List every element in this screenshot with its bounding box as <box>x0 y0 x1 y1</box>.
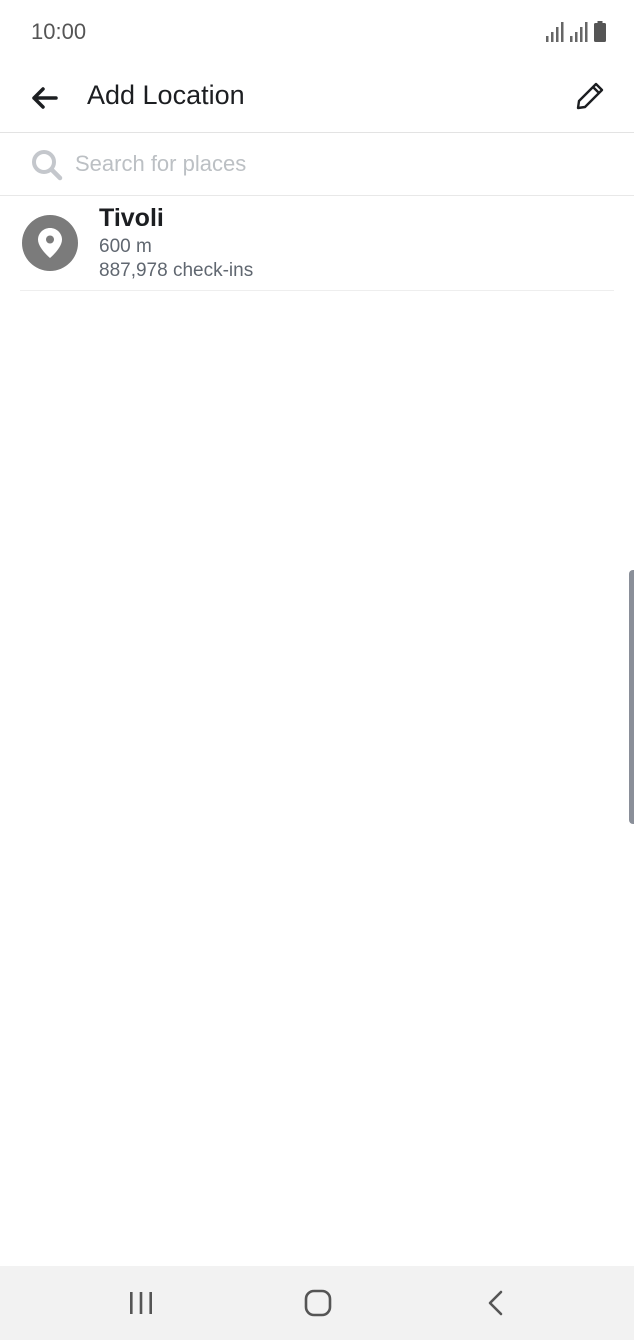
page-title: Add Location <box>87 80 245 110</box>
pencil-icon <box>576 82 604 110</box>
search-row <box>0 133 634 196</box>
signal-icon <box>570 22 588 42</box>
place-avatar <box>22 215 78 271</box>
search-input[interactable] <box>75 145 595 183</box>
arrow-left-icon <box>32 87 58 109</box>
search-icon <box>32 150 63 181</box>
recent-apps-icon <box>130 1292 152 1314</box>
battery-icon <box>594 21 606 42</box>
edit-button[interactable] <box>568 74 612 118</box>
status-icons <box>546 20 606 42</box>
place-name: Tivoli <box>99 204 164 232</box>
navigation-bar <box>0 1266 634 1340</box>
location-pin-icon <box>38 228 62 258</box>
signal-icon <box>546 22 564 42</box>
back-button[interactable] <box>22 76 66 120</box>
recent-apps-button[interactable] <box>121 1283 161 1323</box>
home-button[interactable] <box>298 1283 338 1323</box>
place-distance: 600 m <box>99 236 152 257</box>
status-time: 10:00 <box>31 19 87 44</box>
place-list-item[interactable]: Tivoli 600 m 887,978 check-ins <box>20 196 614 291</box>
home-icon <box>304 1289 332 1317</box>
system-back-button[interactable] <box>476 1283 516 1323</box>
app-bar: Add Location <box>0 64 634 133</box>
back-icon <box>488 1290 503 1316</box>
place-checkins: 887,978 check-ins <box>99 260 254 281</box>
status-bar: 10:00 <box>0 0 634 64</box>
scroll-handle[interactable] <box>629 570 634 824</box>
add-location-screen: 10:00 Add Location Search for places Tiv… <box>0 0 634 1340</box>
